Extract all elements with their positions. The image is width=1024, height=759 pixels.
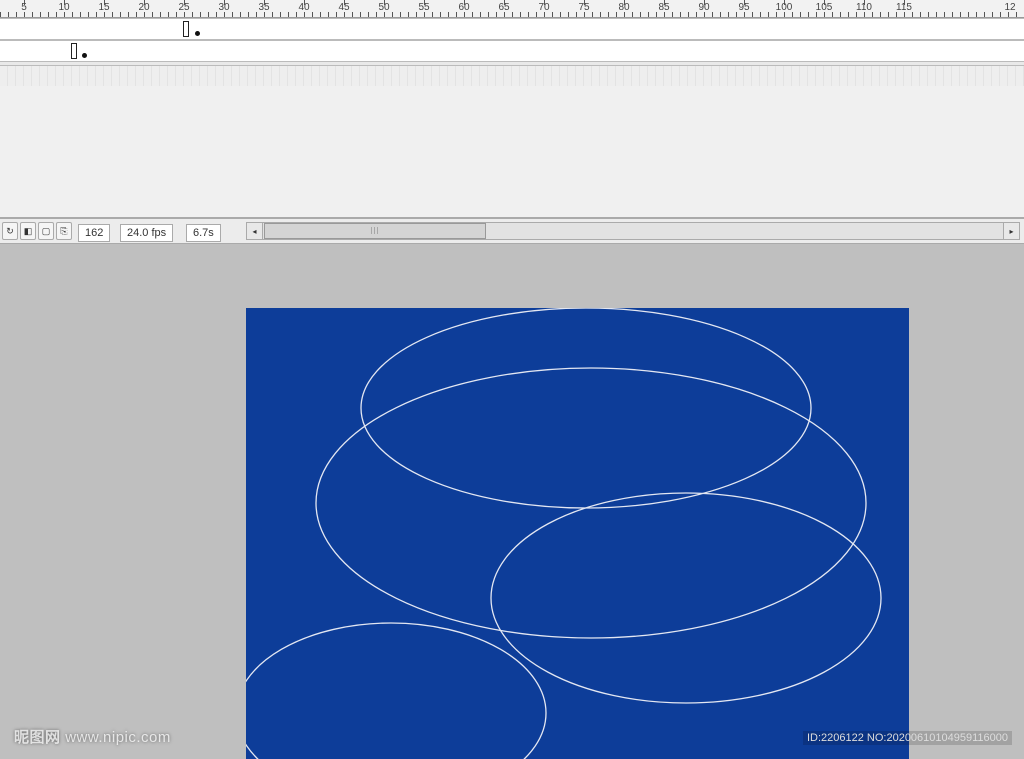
stage-area[interactable] [0, 244, 1024, 759]
timeline-empty-area [0, 65, 1024, 87]
stage-canvas[interactable] [246, 308, 909, 759]
keyframe-dot[interactable] [82, 53, 87, 58]
timeline-horizontal-scrollbar[interactable]: ◂ ▸ [246, 222, 1020, 240]
edit-multiple-frames-icon[interactable]: ⎘ [56, 222, 72, 240]
stage-drawing [246, 308, 909, 759]
loop-icon[interactable]: ↻ [2, 222, 18, 240]
timeline-controls: ↻ ◧ ▢ ⎘ [2, 222, 72, 240]
scroll-left-button[interactable]: ◂ [247, 223, 263, 239]
scroll-thumb[interactable] [264, 223, 486, 239]
timeline-status-bar: ↻ ◧ ▢ ⎘ 162 24.0 fps 6.7s ◂ ▸ [0, 218, 1024, 244]
drawn-ellipse[interactable] [316, 368, 866, 638]
timeline-panel: 5101520253035404550556065707580859095100… [0, 0, 1024, 86]
watermark-url: www.nipic.com [65, 729, 171, 746]
watermark-id: ID:2206122 NO:20200610104959116000 [803, 731, 1012, 745]
ruler-number: 12 [1004, 2, 1015, 13]
watermark-left: 昵图网 www.nipic.com [14, 726, 171, 747]
elapsed-time-field[interactable]: 6.7s [186, 224, 221, 242]
drawn-ellipse[interactable] [361, 308, 811, 508]
timeline-lower-panel [0, 86, 1024, 218]
onion-skin-outlines-icon[interactable]: ▢ [38, 222, 54, 240]
frame-ruler[interactable]: 5101520253035404550556065707580859095100… [0, 0, 1024, 18]
fps-field[interactable]: 24.0 fps [120, 224, 173, 242]
drawn-ellipse[interactable] [491, 493, 881, 703]
watermark-logo-text: 昵图网 [14, 729, 61, 746]
current-frame-field[interactable]: 162 [78, 224, 110, 242]
drawn-ellipse[interactable] [246, 623, 546, 759]
layer-track-1[interactable] [0, 18, 1024, 40]
scroll-right-button[interactable]: ▸ [1003, 223, 1019, 239]
keyframe-dot[interactable] [195, 31, 200, 36]
blank-keyframe-marker[interactable] [183, 21, 189, 37]
layer-track-2[interactable] [0, 40, 1024, 62]
onion-skin-icon[interactable]: ◧ [20, 222, 36, 240]
blank-keyframe-marker[interactable] [71, 43, 77, 59]
